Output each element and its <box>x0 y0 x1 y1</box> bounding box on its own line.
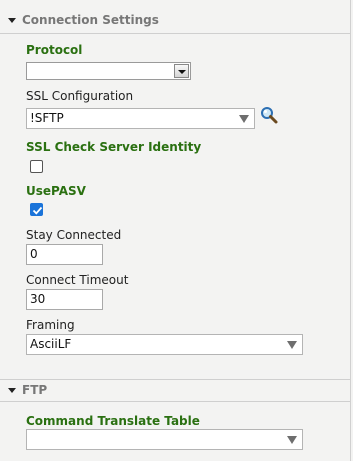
chevron-down-icon <box>287 341 297 349</box>
connection-settings-title: Connection Settings <box>22 13 159 27</box>
command-translate-table-label: Command Translate Table <box>26 414 200 428</box>
protocol-dropdown-button[interactable] <box>174 64 189 78</box>
connection-settings-header[interactable]: Connection Settings <box>0 12 350 28</box>
ssl-configuration-value: !SFTP <box>30 111 64 125</box>
ssl-configuration-select[interactable]: !SFTP <box>26 108 255 129</box>
ssl-check-server-identity-label: SSL Check Server Identity <box>26 140 202 154</box>
checkmark-icon <box>32 206 43 215</box>
stay-connected-label: Stay Connected <box>26 228 122 242</box>
section-divider <box>0 379 350 380</box>
framing-select[interactable]: AsciiLF <box>26 334 303 355</box>
use-pasv-label: UsePASV <box>26 184 86 198</box>
section-divider <box>0 401 350 402</box>
collapse-triangle-icon[interactable] <box>8 387 16 393</box>
chevron-down-icon <box>239 115 249 123</box>
connect-timeout-label: Connect Timeout <box>26 273 129 287</box>
properties-panel: Connection Settings Protocol SSL Configu… <box>0 0 351 461</box>
magnifier-icon[interactable] <box>259 106 279 126</box>
framing-value: AsciiLF <box>30 337 72 351</box>
protocol-label: Protocol <box>26 43 83 57</box>
protocol-combo[interactable] <box>26 62 191 80</box>
use-pasv-checkbox[interactable] <box>30 203 43 216</box>
ssl-check-server-identity-checkbox[interactable] <box>30 160 43 173</box>
command-translate-table-select[interactable] <box>26 429 303 450</box>
stay-connected-input[interactable]: 0 <box>26 244 103 265</box>
framing-label: Framing <box>26 318 75 332</box>
connect-timeout-input[interactable]: 30 <box>26 289 103 310</box>
ftp-header[interactable]: FTP <box>0 382 350 398</box>
ftp-title: FTP <box>22 383 48 397</box>
collapse-triangle-icon[interactable] <box>8 17 16 23</box>
ssl-configuration-label: SSL Configuration <box>26 89 134 103</box>
section-divider <box>0 33 350 34</box>
chevron-down-icon <box>287 436 297 444</box>
